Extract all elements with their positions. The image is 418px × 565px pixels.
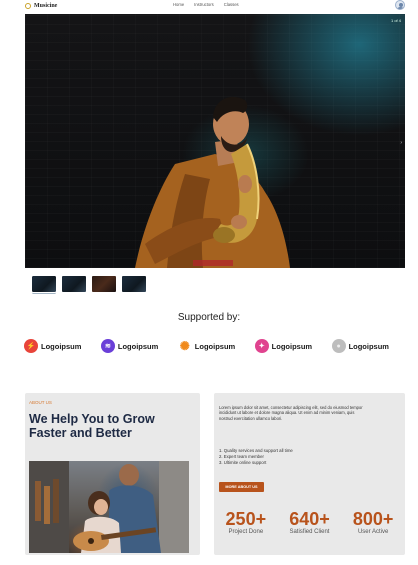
hero-carousel: 1 of 4 › xyxy=(25,14,405,268)
nav-menu: Home Instructors Classes xyxy=(173,2,239,7)
brand-name: Musicine xyxy=(34,2,58,9)
saxophone-player-photo xyxy=(135,96,290,268)
guitar-lesson-illustration xyxy=(29,461,189,553)
diamond-icon: ✦ xyxy=(254,339,269,353)
sun-icon: ✺ xyxy=(177,339,192,353)
slide-counter: 1 of 4 xyxy=(390,18,401,23)
chevron-right-icon[interactable]: › xyxy=(400,140,402,146)
stat-value: 640+ xyxy=(289,509,330,529)
stat-label: Project Done xyxy=(228,529,264,535)
stat-value: 250+ xyxy=(225,509,267,529)
more-about-us-button[interactable]: MORE ABOUT US xyxy=(219,482,264,492)
thumbnail-4[interactable] xyxy=(122,276,146,292)
partner-logo-4[interactable]: ✦ Logoipsum xyxy=(254,339,313,353)
thumbnail-1[interactable] xyxy=(31,275,57,293)
nav-item-home[interactable]: Home xyxy=(173,2,184,7)
about-card: ABOUT US We Help You to Grow Faster and … xyxy=(25,393,200,555)
about-details-card: Lorem ipsum dolor sit amet, consectetur … xyxy=(214,393,405,555)
partner-name: Logoipsum xyxy=(271,341,313,351)
partner-logo-2[interactable]: ≋ Logoipsum xyxy=(100,339,159,353)
circle-icon: ● xyxy=(331,339,346,353)
thumbnail-3[interactable] xyxy=(92,276,116,292)
thumbnail-2[interactable] xyxy=(62,276,86,292)
about-label: ABOUT US xyxy=(29,400,52,405)
music-lesson-photo xyxy=(29,461,189,553)
about-paragraph: Lorem ipsum dolor sit amet, consectetur … xyxy=(219,405,363,421)
bolt-icon: ⚡ xyxy=(24,339,38,353)
nav-item-instructors[interactable]: Instructors xyxy=(194,2,214,7)
logo-circle-icon xyxy=(25,2,31,9)
partner-name: Logoipsum xyxy=(194,341,236,351)
features-list: 1. Quality services and support all time… xyxy=(219,448,293,466)
partner-logos: ⚡ Logoipsum ≋ Logoipsum ✺ Logoipsum ✦ Lo… xyxy=(24,339,389,353)
partner-logo-3[interactable]: ✺ Logoipsum xyxy=(177,339,236,353)
stats-row: 250+ Project Done 640+ Satisfied Client … xyxy=(214,509,405,535)
stat-users: 800+ User Active xyxy=(353,509,394,535)
supported-title: Supported by: xyxy=(177,312,241,323)
top-navbar: Musicine Home Instructors Classes xyxy=(25,0,405,11)
stat-clients: 640+ Satisfied Client xyxy=(289,509,330,535)
thumbnail-strip xyxy=(31,275,146,293)
partner-name: Logoipsum xyxy=(348,341,389,351)
partner-logo-5[interactable]: ● Logoipsum xyxy=(331,339,389,353)
wave-icon: ≋ xyxy=(100,339,115,353)
about-headline: We Help You to Grow Faster and Better xyxy=(29,412,155,440)
partner-name: Logoipsum xyxy=(41,341,82,351)
stat-label: User Active xyxy=(357,529,389,535)
list-item: 3. Ultimite online support xyxy=(219,460,267,465)
stat-label: Satisfied Client xyxy=(289,529,330,535)
stat-value: 800+ xyxy=(352,509,394,529)
partner-name: Logoipsum xyxy=(117,341,159,351)
user-avatar[interactable] xyxy=(395,0,405,10)
stat-projects: 250+ Project Done xyxy=(226,509,267,535)
brand-logo[interactable]: Musicine xyxy=(25,2,58,9)
partner-logo-1[interactable]: ⚡ Logoipsum xyxy=(24,339,81,353)
nav-item-classes[interactable]: Classes xyxy=(224,2,239,7)
